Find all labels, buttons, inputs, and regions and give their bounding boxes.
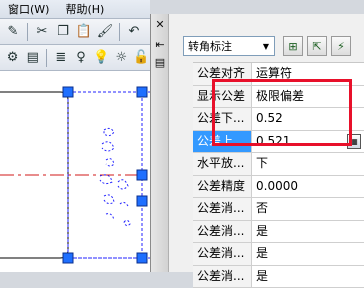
- drawing-canvas[interactable]: [0, 72, 150, 272]
- property-row[interactable]: 显示公差 极限偏差: [193, 86, 364, 109]
- property-row[interactable]: 公差对齐 运算符: [193, 63, 364, 86]
- auto-hide-icon[interactable]: ⇤: [153, 38, 167, 52]
- cut-icon[interactable]: ✂: [33, 23, 51, 41]
- quick-select-icon[interactable]: ⚡: [331, 36, 351, 56]
- property-value[interactable]: 0.52: [252, 108, 364, 130]
- property-name: 公差精度: [193, 176, 252, 198]
- property-name: 公差消...: [193, 198, 252, 220]
- menu-help[interactable]: 帮助(H): [57, 1, 112, 17]
- palette-toolbar: 转角标注 ▼ ⊞ ⇱ ⚡: [183, 32, 364, 58]
- property-row[interactable]: 公差消... 否: [193, 198, 364, 221]
- undo-icon[interactable]: ↶: [125, 23, 143, 41]
- property-name: 公差消...: [193, 266, 252, 288]
- toolbar-separator: [27, 23, 28, 41]
- properties-palette: ✕ ⇤ ▤ 转角标注 ▼ ⊞ ⇱ ⚡ 公差对齐 运算符 显示公差 极限偏差 公差…: [150, 14, 364, 272]
- property-name: 显示公差: [193, 86, 252, 108]
- property-name: 公差下...: [193, 108, 252, 130]
- palette-menu-icon[interactable]: ▤: [153, 56, 167, 70]
- layer-manager-icon[interactable]: ≣: [52, 49, 69, 67]
- property-value[interactable]: 0.0000: [252, 176, 364, 198]
- object-type-value: 转角标注: [184, 38, 258, 54]
- object-type-dropdown[interactable]: 转角标注 ▼: [183, 36, 275, 56]
- paste-icon[interactable]: 📋: [75, 23, 93, 41]
- grip-bottom-left: [63, 253, 73, 263]
- select-objects-icon[interactable]: ⇱: [307, 36, 327, 56]
- palette-title-strip[interactable]: ✕ ⇤ ▤: [151, 14, 169, 272]
- property-grid: 公差对齐 运算符 显示公差 极限偏差 公差下... 0.52 公差上... 0.…: [193, 62, 364, 288]
- match-properties-icon[interactable]: 🖌: [96, 23, 114, 41]
- property-value[interactable]: 极限偏差: [252, 86, 364, 108]
- standard-toolbar: ✎ ✂ ❐ 📋 🖌 ↶: [0, 19, 150, 45]
- property-row-selected[interactable]: 公差上... 0.521 ▦: [193, 131, 364, 154]
- close-icon[interactable]: ✕: [153, 18, 167, 32]
- property-name: 公差对齐: [193, 63, 252, 85]
- grip-mid-right: [137, 170, 147, 180]
- grip-top-right: [137, 87, 147, 97]
- cad-window: 窗口(W) 帮助(H) ✎ ✂ ❐ 📋 🖌 ↶ ⚙ ▤ ≣ ♀ 💡 ☼ 🔓: [0, 0, 150, 272]
- property-row[interactable]: 公差消... 是: [193, 243, 364, 266]
- grip-text: [137, 196, 147, 206]
- property-value-text: 0.521: [256, 131, 290, 152]
- property-value[interactable]: 是: [252, 221, 364, 243]
- print-icon[interactable]: ▤: [24, 49, 41, 67]
- layers-toolbar: ⚙ ▤ ≣ ♀ 💡 ☼ 🔓: [0, 45, 150, 71]
- layer-lock-icon[interactable]: 🔓: [133, 49, 150, 67]
- toolbar-separator: [46, 49, 47, 67]
- toolbar-separator: [119, 23, 120, 41]
- settings-icon[interactable]: ⚙: [4, 49, 21, 67]
- calculator-icon[interactable]: ▦: [347, 134, 361, 149]
- property-row[interactable]: 公差消... 是: [193, 221, 364, 244]
- grip-bottom-right: [137, 253, 147, 263]
- drawing-svg: [0, 72, 150, 272]
- property-value[interactable]: 运算符: [252, 63, 364, 85]
- property-value[interactable]: 下: [252, 153, 364, 175]
- menu-window[interactable]: 窗口(W): [0, 1, 57, 17]
- toggle-pickadd-icon[interactable]: ⊞: [283, 36, 303, 56]
- menu-bar: 窗口(W) 帮助(H): [0, 0, 150, 19]
- property-value-input[interactable]: 0.521 ▦: [252, 131, 364, 153]
- property-row[interactable]: 公差精度 0.0000: [193, 176, 364, 199]
- layer-on-icon[interactable]: 💡: [93, 49, 110, 67]
- property-row[interactable]: 水平放... 下: [193, 153, 364, 176]
- property-value[interactable]: 是: [252, 266, 364, 288]
- property-value[interactable]: 是: [252, 243, 364, 265]
- layer-state-icon[interactable]: ♀: [72, 49, 89, 67]
- property-row[interactable]: 公差消... 是: [193, 266, 364, 288]
- property-value[interactable]: 否: [252, 198, 364, 220]
- property-name: 公差消...: [193, 243, 252, 265]
- dimension-text: [100, 128, 130, 225]
- property-name: 公差上...: [193, 131, 252, 153]
- property-name: 公差消...: [193, 221, 252, 243]
- chevron-down-icon[interactable]: ▼: [258, 37, 274, 55]
- edit-icon[interactable]: ✎: [4, 23, 22, 41]
- property-name: 水平放...: [193, 153, 252, 175]
- layer-freeze-icon[interactable]: ☼: [113, 49, 130, 67]
- copy-icon[interactable]: ❐: [54, 23, 72, 41]
- grip-top-left: [63, 87, 73, 97]
- property-row[interactable]: 公差下... 0.52: [193, 108, 364, 131]
